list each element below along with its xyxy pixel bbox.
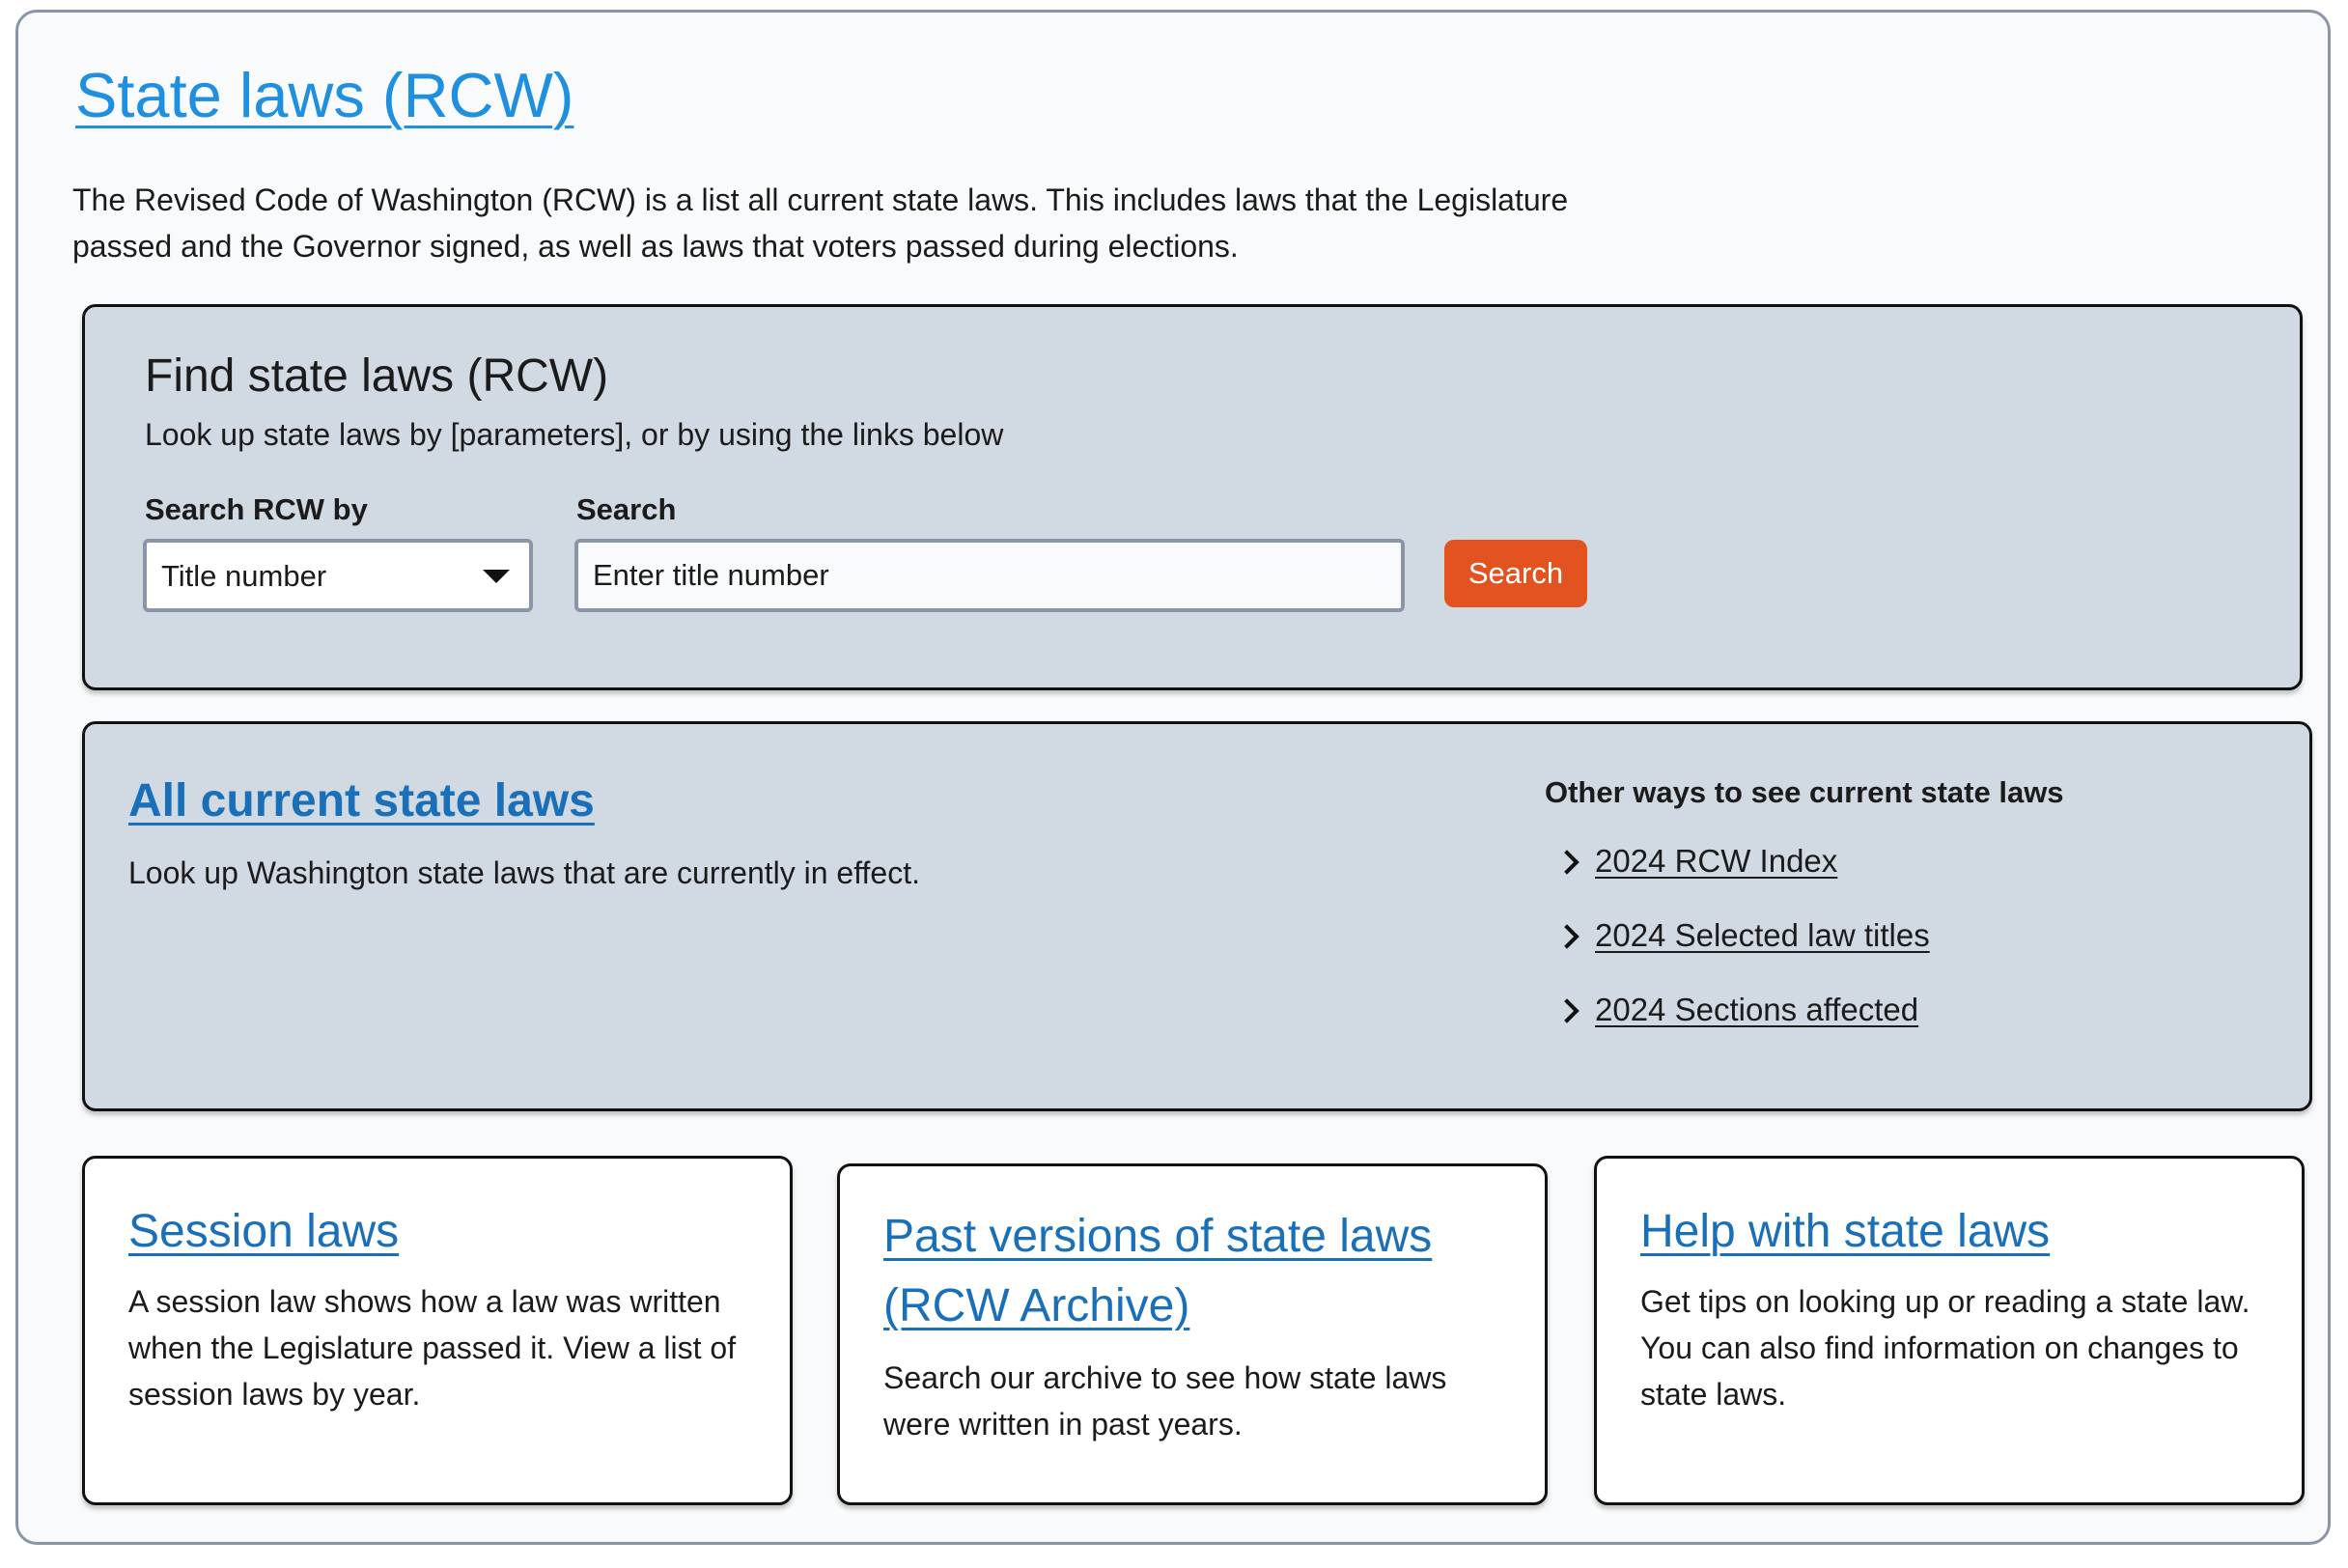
rcw-index-link[interactable]: 2024 RCW Index [1595, 840, 1837, 882]
all-laws-link[interactable]: All current state laws [128, 772, 595, 830]
page-frame: State laws (RCW) The Revised Code of Was… [15, 10, 2331, 1545]
all-laws-panel: All current state laws Look up Washingto… [82, 721, 2312, 1111]
help-description: Get tips on looking up or reading a stat… [1640, 1284, 2250, 1412]
session-laws-description: A session law shows how a law was writte… [128, 1284, 737, 1412]
find-laws-subtitle: Look up state laws by [parameters], or b… [145, 417, 1004, 452]
find-laws-title: Find state laws (RCW) [145, 350, 609, 402]
search-by-value: Title number [161, 559, 327, 593]
past-versions-link[interactable]: Past versions of state laws (RCW Archive… [883, 1202, 1501, 1341]
past-versions-description: Search our archive to see how state laws… [883, 1360, 1447, 1442]
selected-law-titles-link[interactable]: 2024 Selected law titles [1595, 914, 1930, 957]
caret-down-icon [483, 570, 510, 583]
search-by-select[interactable]: Title number [143, 539, 533, 612]
other-ways-title: Other ways to see current state laws [1545, 775, 2064, 809]
past-versions-card: Past versions of state laws (RCW Archive… [837, 1163, 1548, 1505]
search-by-label: Search RCW by [145, 492, 368, 526]
intro-text: The Revised Code of Washington (RCW) is … [72, 182, 1569, 264]
search-label: Search [576, 492, 677, 526]
sections-affected-link[interactable]: 2024 Sections affected [1595, 989, 1918, 1031]
help-card: Help with state laws Get tips on looking… [1594, 1156, 2305, 1505]
chevron-right-icon [1554, 924, 1579, 949]
search-input[interactable] [574, 539, 1405, 612]
session-laws-card: Session laws A session law shows how a l… [82, 1156, 793, 1505]
find-laws-panel: Find state laws (RCW) Look up state laws… [82, 304, 2303, 690]
search-button[interactable]: Search [1444, 540, 1587, 607]
help-link[interactable]: Help with state laws [1640, 1197, 2268, 1267]
all-laws-description: Look up Washington state laws that are c… [128, 855, 920, 890]
session-laws-link[interactable]: Session laws [128, 1197, 756, 1267]
chevron-right-icon [1554, 998, 1579, 1023]
page-title-link[interactable]: State laws (RCW) [75, 55, 573, 136]
chevron-right-icon [1554, 850, 1579, 875]
